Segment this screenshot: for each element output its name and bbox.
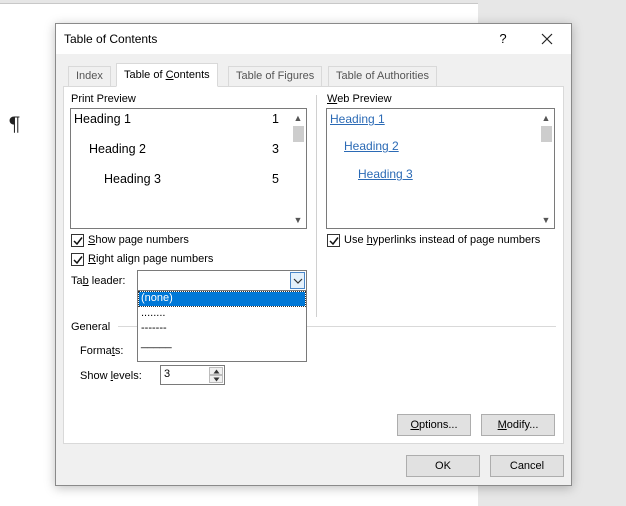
dialog-title: Table of Contents bbox=[64, 32, 158, 46]
web-preview-link-2[interactable]: Heading 2 bbox=[344, 139, 399, 153]
dropdown-button[interactable] bbox=[290, 272, 305, 289]
tab-table-of-figures[interactable]: Table of Figures bbox=[228, 66, 323, 86]
tab-table-of-contents-label: Table of Contents bbox=[124, 69, 210, 81]
print-preview-label: Print Preview bbox=[71, 93, 136, 105]
modify-button[interactable]: Modify... bbox=[481, 414, 555, 436]
use-hyperlinks-label: Use hyperlinks instead of page numbers bbox=[344, 234, 541, 246]
scroll-thumb[interactable] bbox=[293, 126, 304, 142]
print-preview-scrollbar[interactable]: ▲ ▼ bbox=[291, 110, 305, 227]
scroll-up-icon[interactable]: ▲ bbox=[539, 111, 553, 125]
web-preview-link-1[interactable]: Heading 1 bbox=[330, 112, 385, 126]
spin-down-button[interactable] bbox=[209, 375, 223, 383]
checkmark-icon bbox=[73, 237, 83, 246]
show-page-numbers-checkbox[interactable] bbox=[71, 234, 84, 247]
tab-leader-select[interactable] bbox=[137, 270, 307, 291]
scroll-down-icon[interactable]: ▼ bbox=[291, 213, 305, 227]
print-preview-entry-1: Heading 1 bbox=[74, 112, 131, 126]
vertical-divider bbox=[316, 95, 317, 317]
right-align-page-numbers-checkbox[interactable] bbox=[71, 253, 84, 266]
use-hyperlinks-checkbox[interactable] bbox=[327, 234, 340, 247]
spin-up-button[interactable] bbox=[209, 367, 223, 375]
chevron-down-icon bbox=[293, 278, 303, 284]
tab-leader-label: Tab leader: bbox=[71, 275, 126, 287]
tab-leader-option-none[interactable]: (none) bbox=[138, 291, 306, 307]
arrow-up-icon bbox=[213, 369, 220, 374]
web-preview-scrollbar[interactable]: ▲ ▼ bbox=[539, 110, 553, 227]
print-preview-entry-2: Heading 2 bbox=[89, 142, 146, 156]
close-button[interactable] bbox=[532, 24, 562, 54]
tab-leader-option-underline[interactable]: _____ bbox=[139, 337, 305, 351]
show-levels-spinner[interactable]: 3 bbox=[160, 365, 225, 385]
options-button[interactable]: Options... bbox=[397, 414, 471, 436]
show-page-numbers-label: Show page numbers bbox=[88, 234, 189, 246]
print-preview-page-3: 5 bbox=[272, 172, 279, 186]
formats-label: Formats: bbox=[80, 345, 124, 357]
print-preview-page-1: 1 bbox=[272, 112, 279, 126]
close-icon bbox=[541, 33, 553, 45]
print-preview-entry-3: Heading 3 bbox=[104, 172, 161, 186]
tab-leader-option-dots[interactable]: ........ bbox=[139, 307, 305, 321]
scroll-thumb[interactable] bbox=[541, 126, 552, 142]
checkmark-icon bbox=[73, 256, 83, 265]
tab-leader-option-dashes[interactable]: ------- bbox=[139, 322, 305, 336]
print-preview-page-2: 3 bbox=[272, 142, 279, 156]
checkmark-icon bbox=[329, 237, 339, 246]
ok-button[interactable]: OK bbox=[406, 455, 480, 477]
print-preview-box: Heading 1 1 Heading 2 3 Heading 3 5 ▲ ▼ bbox=[70, 108, 307, 229]
arrow-down-icon bbox=[213, 377, 220, 382]
web-preview-link-3[interactable]: Heading 3 bbox=[358, 167, 413, 181]
cancel-button[interactable]: Cancel bbox=[490, 455, 564, 477]
dialog-titlebar: Table of Contents ? bbox=[56, 24, 571, 54]
tab-index[interactable]: Index bbox=[68, 66, 111, 86]
general-section-label: General bbox=[71, 321, 111, 333]
scroll-down-icon[interactable]: ▼ bbox=[539, 213, 553, 227]
web-preview-box: Heading 1 Heading 2 Heading 3 ▲ ▼ bbox=[326, 108, 555, 229]
show-levels-label: Show levels: bbox=[80, 370, 142, 382]
tab-leader-dropdown-list: (none) ........ ------- _____ bbox=[137, 290, 307, 362]
tab-table-of-contents[interactable]: Table of Contents bbox=[116, 63, 218, 87]
paragraph-mark: ¶ bbox=[8, 112, 21, 136]
right-align-page-numbers-label: Right align page numbers bbox=[88, 253, 214, 265]
help-button[interactable]: ? bbox=[492, 24, 514, 54]
web-preview-label: Web Preview bbox=[327, 93, 392, 105]
tab-table-of-authorities[interactable]: Table of Authorities bbox=[328, 66, 437, 86]
ruler bbox=[0, 0, 478, 4]
scroll-up-icon[interactable]: ▲ bbox=[291, 111, 305, 125]
show-levels-value[interactable]: 3 bbox=[164, 368, 170, 380]
